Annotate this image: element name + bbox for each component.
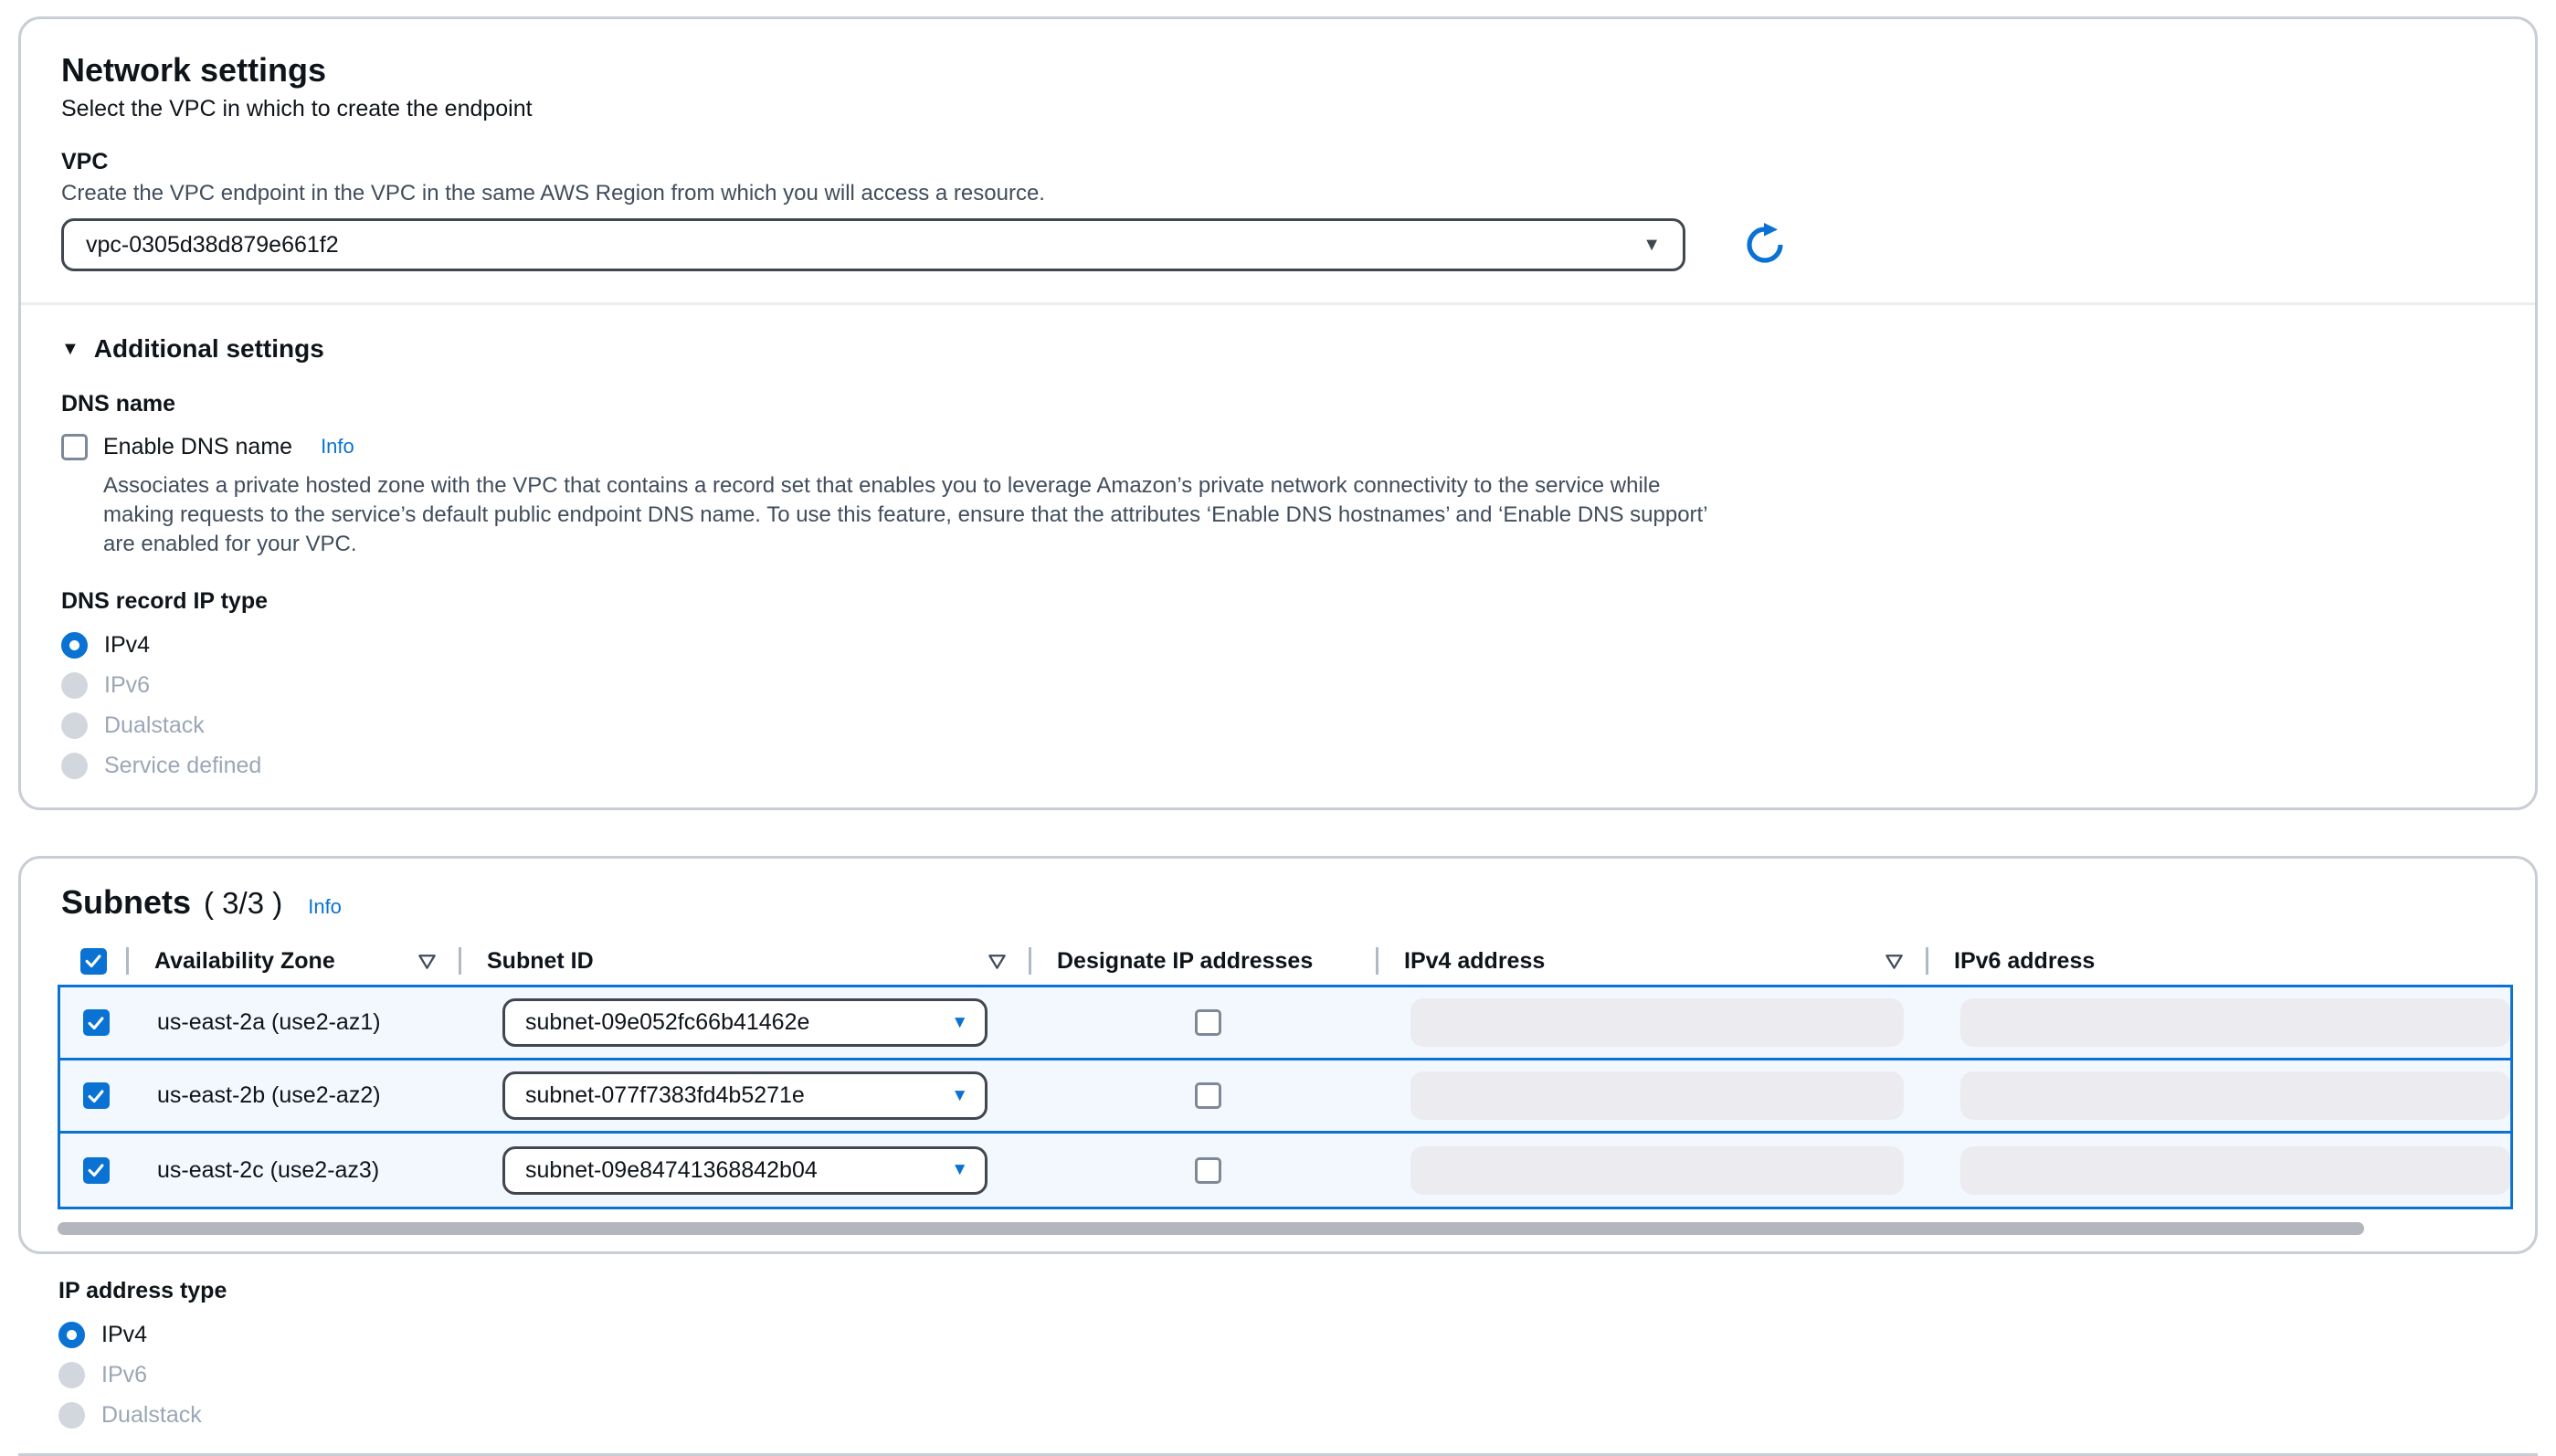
subnets-title: Subnets — [61, 882, 191, 923]
availability-zone-cell: us-east-2c (use2-az3) — [157, 1157, 379, 1184]
radio-label-ipv6: IPv6 — [104, 672, 150, 699]
refresh-button[interactable] — [1738, 218, 1791, 271]
radio-option-ipv6: IPv6 — [58, 1355, 2498, 1395]
column-label: Designate IP addresses — [1057, 948, 1313, 975]
chevron-down-icon: ▼ — [951, 1086, 968, 1106]
radio-button-dualstack — [61, 712, 88, 739]
subnet-id-value: subnet-077f7383fd4b5271e — [525, 1082, 805, 1109]
page-title: Network settings — [61, 50, 2495, 90]
column-label: Availability Zone — [154, 948, 335, 975]
column-label: Subnet ID — [487, 948, 594, 975]
column-header-subnet-id[interactable]: Subnet ID — [461, 937, 1031, 985]
subnets-count: ( 3/3 ) — [204, 886, 282, 921]
radio-option-dualstack: Dualstack — [61, 705, 2495, 745]
dns-info-link[interactable]: Info — [321, 435, 354, 459]
ipv6-address-input — [1960, 998, 2510, 1047]
filter-icon[interactable] — [1884, 951, 1905, 972]
radio-label-ipv4: IPv4 — [104, 632, 150, 659]
table-row: us-east-2b (use2-az2) subnet-077f7383fd4b… — [60, 1060, 2510, 1134]
dns-description: Associates a private hosted zone with th… — [103, 471, 1711, 559]
subnets-info-link[interactable]: Info — [308, 895, 342, 919]
filter-icon[interactable] — [417, 951, 438, 972]
subnets-panel: Subnets ( 3/3 ) Info Availability Zone S… — [18, 856, 2538, 1254]
column-label: IPv4 address — [1404, 948, 1545, 975]
ipv6-address-input — [1960, 1146, 2510, 1195]
subnet-id-select[interactable]: subnet-09e052fc66b41462e ▼ — [502, 998, 988, 1047]
radio-option-service-defined: Service defined — [61, 745, 2495, 786]
additional-settings-toggle[interactable]: ▼ Additional settings — [61, 332, 2495, 365]
column-header-ipv6-address: IPv6 address — [1928, 937, 2513, 985]
table-header: Availability Zone Subnet ID Designate IP… — [58, 937, 2513, 985]
subnet-rows: us-east-2a (use2-az1) subnet-09e052fc66b4… — [58, 985, 2513, 1209]
radio-button-ipv4[interactable] — [61, 632, 88, 659]
dns-record-ip-type-radio-group: IPv4 IPv6 Dualstack Service defined — [61, 625, 2495, 786]
vpc-description: Create the VPC endpoint in the VPC in th… — [61, 180, 2495, 207]
table-row: us-east-2c (use2-az3) subnet-09e847413688… — [60, 1134, 2510, 1207]
ipv4-address-input — [1410, 998, 1904, 1047]
radio-option-dualstack: Dualstack — [58, 1395, 2498, 1435]
ipv4-address-input — [1410, 1146, 1904, 1195]
additional-settings-label: Additional settings — [94, 334, 324, 364]
filter-icon[interactable] — [987, 951, 1008, 972]
dns-name-label: DNS name — [61, 389, 2495, 418]
designate-ip-checkbox[interactable] — [1195, 1009, 1221, 1036]
vpc-select-value: vpc-0305d38d879e661f2 — [86, 232, 339, 258]
scrollbar-thumb[interactable] — [58, 1222, 2364, 1235]
subnet-id-value: subnet-09e052fc66b41462e — [525, 1009, 809, 1036]
radio-button-service-defined — [61, 753, 88, 779]
table-row: us-east-2a (use2-az1) subnet-09e052fc66b4… — [60, 987, 2510, 1060]
subnet-id-select[interactable]: subnet-077f7383fd4b5271e ▼ — [502, 1071, 988, 1120]
ip-address-type-radio-group: IPv4 IPv6 Dualstack — [58, 1314, 2498, 1435]
network-settings-panel: Network settings Select the VPC in which… — [18, 16, 2538, 810]
vpc-label: VPC — [61, 147, 2495, 176]
availability-zone-cell: us-east-2a (use2-az1) — [157, 1009, 381, 1036]
column-label: IPv6 address — [1954, 948, 2095, 975]
vpc-select[interactable]: vpc-0305d38d879e661f2 ▼ — [61, 218, 1685, 271]
radio-label-dualstack: Dualstack — [104, 712, 205, 739]
column-header-designate-ip: Designate IP addresses — [1031, 937, 1378, 985]
divider — [21, 302, 2535, 305]
row-select-checkbox[interactable] — [83, 1157, 110, 1184]
radio-label-dualstack: Dualstack — [101, 1402, 202, 1429]
radio-label-ipv4: IPv4 — [101, 1322, 147, 1348]
radio-label-ipv6: IPv6 — [101, 1362, 147, 1388]
chevron-down-icon: ▼ — [1642, 235, 1661, 256]
panel-subtitle: Select the VPC in which to create the en… — [61, 94, 2495, 123]
designate-ip-checkbox[interactable] — [1195, 1157, 1221, 1184]
radio-label-service-defined: Service defined — [104, 753, 261, 779]
radio-button-ipv6 — [58, 1362, 85, 1388]
radio-button-ipv4[interactable] — [58, 1322, 85, 1348]
radio-button-ipv6 — [61, 672, 88, 699]
enable-dns-label: Enable DNS name — [103, 434, 292, 460]
radio-option-ipv6: IPv6 — [61, 665, 2495, 705]
ip-address-type-label: IP address type — [58, 1276, 2498, 1305]
designate-ip-checkbox[interactable] — [1195, 1082, 1221, 1109]
enable-dns-checkbox[interactable] — [61, 434, 88, 460]
radio-option-ipv4[interactable]: IPv4 — [61, 625, 2495, 665]
row-select-checkbox[interactable] — [83, 1082, 110, 1109]
row-select-checkbox[interactable] — [83, 1009, 110, 1036]
radio-button-dualstack — [58, 1402, 85, 1429]
ipv6-address-input — [1960, 1071, 2510, 1120]
column-header-availability-zone[interactable]: Availability Zone — [129, 937, 461, 985]
ipv4-address-input — [1410, 1071, 1904, 1120]
caret-down-icon: ▼ — [61, 339, 79, 360]
refresh-icon — [1743, 223, 1787, 267]
subnet-id-select[interactable]: subnet-09e84741368842b04 ▼ — [502, 1146, 988, 1195]
chevron-down-icon: ▼ — [951, 1013, 968, 1033]
chevron-down-icon: ▼ — [951, 1160, 968, 1180]
horizontal-scrollbar[interactable] — [58, 1222, 2511, 1235]
subnet-id-value: subnet-09e84741368842b04 — [525, 1157, 818, 1184]
dns-record-ip-type-label: DNS record IP type — [61, 586, 2495, 616]
ip-address-type-section: IP address type IPv4 IPv6 Dualstack — [18, 1276, 2538, 1435]
availability-zone-cell: us-east-2b (use2-az2) — [157, 1082, 381, 1109]
select-all-checkbox[interactable] — [80, 948, 107, 975]
radio-option-ipv4[interactable]: IPv4 — [58, 1314, 2498, 1355]
column-header-ipv4-address[interactable]: IPv4 address — [1378, 937, 1928, 985]
